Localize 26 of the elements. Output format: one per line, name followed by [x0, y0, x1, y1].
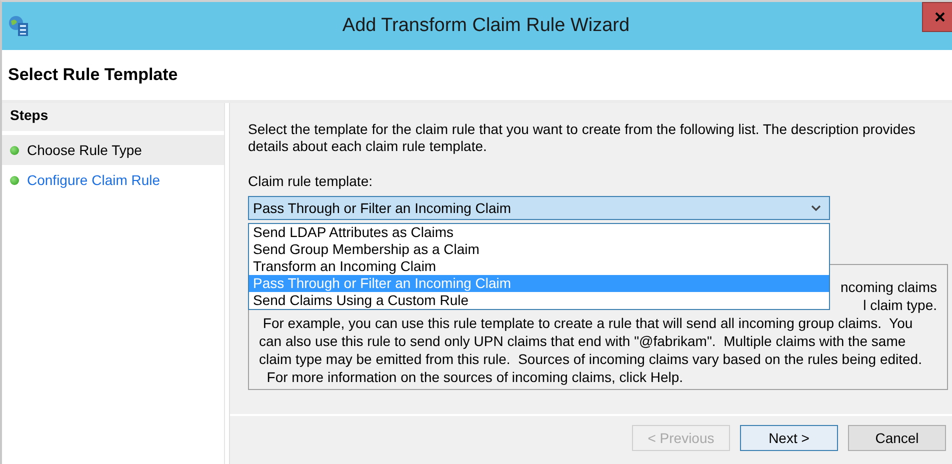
- dropdown-option[interactable]: Send Claims Using a Custom Rule: [249, 292, 829, 309]
- cancel-button[interactable]: Cancel: [848, 425, 946, 451]
- instruction-text: details about each claim rule template.: [248, 138, 488, 155]
- description-text: For example, you can use this rule template to create a rule that will send all incoming group claims. You: [262, 314, 914, 332]
- description-text: l claim type.: [863, 296, 937, 314]
- field-label: Claim rule template:: [248, 173, 374, 190]
- steps-heading: Steps: [2, 103, 224, 131]
- dropdown-option[interactable]: Transform an Incoming Claim: [249, 258, 829, 275]
- next-button[interactable]: Next >: [740, 425, 838, 451]
- dropdown-option[interactable]: Send LDAP Attributes as Claims: [249, 224, 829, 241]
- description-text: For more information on the sources of incoming claims, click Help.: [266, 368, 684, 386]
- description-text: ncoming claims: [840, 278, 937, 296]
- instruction-text: Select the template for the claim rule that you want to create from the following list. The description provides: [248, 121, 916, 138]
- close-icon: [935, 12, 945, 22]
- status-dot-icon: [10, 176, 19, 184]
- status-dot-icon: [10, 146, 19, 154]
- close-button[interactable]: [922, 2, 952, 32]
- step-item[interactable]: Choose Rule Type: [2, 135, 224, 165]
- window-title: Add Transform Claim Rule Wizard: [341, 15, 631, 37]
- step-item[interactable]: Configure Claim Rule: [2, 165, 224, 195]
- template-dropdown[interactable]: Pass Through or Filter an Incoming Claim: [248, 196, 830, 220]
- dropdown-option[interactable]: Send Group Membership as a Claim: [249, 241, 829, 258]
- chevron-down-icon: [811, 205, 821, 211]
- server-globe-icon: [8, 15, 30, 37]
- description-text: claim type may be emitted from this rule. Sources of incoming claims vary based on the rules being edited.: [259, 350, 923, 368]
- description-text: can also use this rule to send only UPN claims that end with "@fabrikam". Multiple claims with the same: [259, 332, 907, 350]
